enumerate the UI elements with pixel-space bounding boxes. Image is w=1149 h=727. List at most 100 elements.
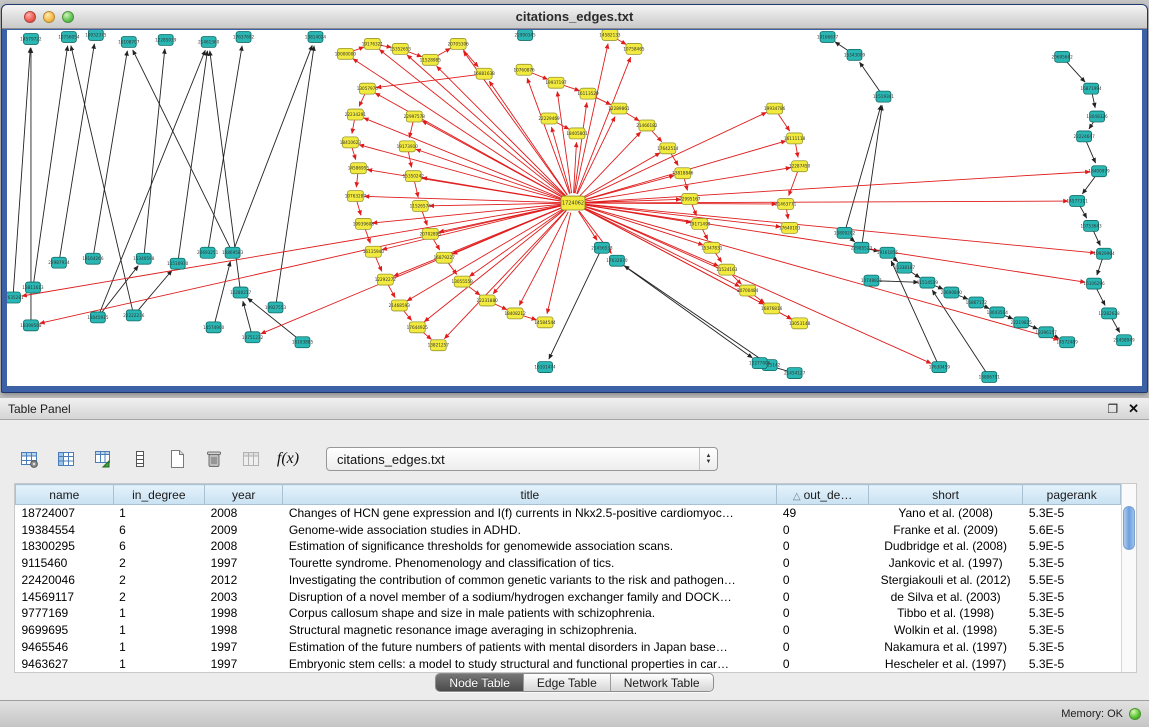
table-scrollbar-thumb[interactable]: [1123, 506, 1135, 550]
graph-node[interactable]: 16108707: [118, 36, 140, 47]
graph-node[interactable]: 18408212: [504, 308, 526, 319]
table-row[interactable]: 946362711997Embryonic stem cells: a mode…: [16, 655, 1121, 672]
table-row[interactable]: 1456911722003Disruption of a novel membe…: [16, 588, 1121, 605]
graph-node[interactable]: 13045915: [87, 312, 109, 323]
graph-node[interactable]: 22997578: [404, 111, 426, 122]
graph-node[interactable]: 13055559: [452, 276, 474, 287]
tab-node-table[interactable]: Node Table: [436, 674, 523, 691]
table-row[interactable]: 946554611997Estimation of the future num…: [16, 639, 1121, 656]
show-columns-icon[interactable]: [53, 446, 79, 472]
function-builder-icon[interactable]: f(x): [275, 446, 301, 472]
graph-node[interactable]: 11528985: [420, 54, 442, 65]
tab-edge-table[interactable]: Edge Table: [523, 674, 610, 691]
citation-network-graph[interactable]: 1457972210756054199323751610870712285039…: [7, 30, 1142, 386]
graph-node[interactable]: 15347831: [701, 242, 723, 253]
graph-node[interactable]: 20693251: [197, 247, 219, 258]
graph-node[interactable]: 13048326: [1086, 111, 1108, 122]
graph-node[interactable]: 13806791: [979, 372, 1001, 383]
graph-node[interactable]: 21468593: [389, 300, 411, 311]
close-panel-icon[interactable]: ✕: [1128, 401, 1139, 417]
table-select-dropdown[interactable]: citations_edges.txt ▲ ▼: [326, 447, 718, 471]
graph-node[interactable]: 22222236: [123, 310, 145, 321]
table-mode-icon[interactable]: [16, 446, 42, 472]
table-row[interactable]: 977716911998Corpus callosum shape and si…: [16, 605, 1121, 622]
graph-node[interactable]: 20705306: [448, 38, 470, 49]
graph-node[interactable]: 18405801: [566, 128, 588, 139]
network-canvas[interactable]: 1457972210756054199323751610870712285039…: [7, 30, 1142, 386]
graph-node[interactable]: 12277806: [749, 358, 771, 369]
graph-node[interactable]: 17640103: [779, 222, 801, 233]
combo-stepper-icon[interactable]: ▲ ▼: [699, 448, 717, 470]
graph-node[interactable]: 13053148: [789, 318, 811, 329]
graph-node[interactable]: 17642514: [657, 143, 679, 154]
graph-node[interactable]: 21458949: [1113, 335, 1135, 346]
graph-node[interactable]: 22229469: [538, 113, 560, 124]
graph-node[interactable]: 18398568: [20, 320, 42, 331]
table-row[interactable]: 969969511998Structural magnetic resonanc…: [16, 622, 1121, 639]
graph-node[interactable]: 13057970: [357, 83, 379, 94]
graph-node[interactable]: 16103885: [292, 337, 314, 348]
graph-node[interactable]: 17630459: [929, 362, 951, 373]
graph-node[interactable]: 15350242: [403, 171, 425, 182]
column-header-name[interactable]: name: [16, 485, 114, 505]
column-header-title[interactable]: title: [283, 485, 777, 505]
graph-node[interactable]: 13814024: [305, 31, 327, 42]
graph-node[interactable]: 10748821: [861, 275, 883, 286]
graph-node[interactable]: 19939608: [353, 218, 375, 229]
graph-node[interactable]: 13821257: [428, 340, 450, 351]
graph-node[interactable]: 20690840: [941, 287, 963, 298]
graph-node[interactable]: 13809202: [834, 227, 856, 238]
graph-node[interactable]: 17632870: [606, 255, 628, 266]
graph-node[interactable]: 11514519: [917, 277, 939, 288]
graph-node[interactable]: 16101474: [534, 362, 556, 373]
column-header-year[interactable]: year: [205, 485, 283, 505]
import-table-icon[interactable]: [90, 446, 116, 472]
rename-column-icon[interactable]: [238, 446, 264, 472]
graph-node[interactable]: 12285039: [155, 34, 177, 45]
table-scrollbar[interactable]: [1121, 484, 1136, 672]
graph-node[interactable]: 19164266: [82, 253, 104, 264]
graph-node[interactable]: 20700484: [737, 285, 759, 296]
graph-node[interactable]: 19927553: [265, 302, 287, 313]
graph-node[interactable]: 22219825: [1011, 317, 1033, 328]
graph-node[interactable]: 10756054: [58, 31, 80, 42]
graph-node[interactable]: 19173910: [397, 141, 419, 152]
graph-node[interactable]: 15338187: [894, 262, 916, 273]
graph-node[interactable]: 18410623: [340, 137, 362, 148]
graph-node[interactable]: 10751232: [242, 332, 264, 343]
table-row[interactable]: 911546021997Tourette syndrome. Phenomeno…: [16, 555, 1121, 572]
graph-node[interactable]: 16879227: [434, 252, 456, 263]
new-column-icon[interactable]: [164, 446, 190, 472]
graph-node[interactable]: 15352653: [390, 43, 412, 54]
tab-network-table[interactable]: Network Table: [610, 674, 713, 691]
graph-node[interactable]: 20695662: [1052, 51, 1074, 62]
graph-node[interactable]: 16869583: [222, 247, 244, 258]
graph-node[interactable]: 22990345: [514, 30, 536, 40]
graph-node[interactable]: 22234291: [345, 109, 367, 120]
graph-node[interactable]: 21461360: [198, 36, 220, 47]
graph-node[interactable]: 11526574: [410, 201, 432, 212]
graph-node[interactable]: 10000000: [335, 48, 357, 59]
graph-node[interactable]: 22995167: [679, 194, 701, 205]
graph-node[interactable]: 19161855: [877, 247, 899, 258]
graph-node[interactable]: 12289861: [608, 103, 630, 114]
table-row[interactable]: 1872400712008Changes of HCN gene express…: [16, 505, 1121, 522]
graph-node[interactable]: 16111118: [784, 133, 806, 144]
graph-node[interactable]: 11524163: [716, 264, 738, 275]
graph-node[interactable]: 14584544: [534, 317, 556, 328]
graph-node[interactable]: 12292272: [375, 274, 397, 285]
graph-node[interactable]: 17635281: [7, 292, 24, 303]
graph-node[interactable]: 12287450: [789, 161, 811, 172]
graph-node[interactable]: 18396157: [1036, 327, 1058, 338]
graph-node[interactable]: 10758465: [623, 43, 645, 54]
graph-node[interactable]: 14582133: [599, 30, 621, 40]
graph-node[interactable]: 1724062: [561, 196, 585, 210]
graph-node[interactable]: 16881638: [474, 68, 496, 79]
graph-node[interactable]: 15340598: [133, 253, 155, 264]
graph-node[interactable]: 10760876: [513, 64, 535, 75]
graph-node[interactable]: 13043504: [987, 307, 1009, 318]
graph-node[interactable]: 10763287: [345, 191, 367, 202]
graph-node[interactable]: 19932375: [85, 30, 107, 40]
float-panel-icon[interactable]: ❐: [1107, 402, 1118, 416]
graph-node[interactable]: 16867172: [966, 297, 988, 308]
